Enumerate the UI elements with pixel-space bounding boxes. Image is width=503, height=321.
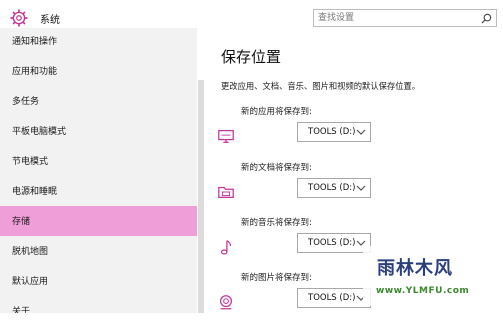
page-description: 更改应用、文档、音乐、图片和视频的默认保存位置。	[221, 81, 421, 91]
search-box[interactable]	[313, 9, 497, 27]
sidebar-item-label: 通知和操作	[12, 37, 58, 47]
dropdown-value: TOOLS (D:)	[308, 293, 356, 303]
sidebar-item-label: 脱机地图	[12, 247, 49, 257]
sidebar-item-power-sleep[interactable]: 电源和睡眠	[0, 176, 197, 206]
sidebar-scrollbar[interactable]	[198, 80, 204, 313]
folder-icon	[218, 186, 234, 199]
sidebar-item-label: 存储	[12, 217, 31, 227]
dropdown-value: TOOLS (D:)	[308, 238, 356, 248]
sidebar-item-tablet-mode[interactable]: 平板电脑模式	[0, 116, 197, 146]
save-location-label: 新的音乐将保存到:	[241, 218, 312, 228]
sidebar-item-label: 节电模式	[12, 157, 49, 167]
music-drive-dropdown[interactable]: TOOLS (D:)	[297, 233, 371, 253]
sidebar-item-apps[interactable]: 应用和功能	[0, 56, 197, 86]
save-location-label: 新的文档将保存到:	[241, 163, 312, 173]
chevron-down-icon	[356, 129, 366, 135]
dropdown-value: TOOLS (D:)	[308, 183, 356, 193]
sidebar-item-label: 平板电脑模式	[12, 127, 67, 137]
sidebar-item-label: 默认应用	[12, 277, 49, 287]
watermark: 雨林木风 www.YLMFU.com	[363, 246, 495, 306]
app-title: 系统	[40, 15, 60, 26]
monitor-icon	[218, 129, 234, 143]
sidebar-item-about[interactable]: 关于	[0, 296, 197, 313]
sidebar-item-label: 电源和睡眠	[12, 187, 58, 197]
save-location-label: 新的图片将保存到:	[241, 273, 312, 283]
dropdown-value: TOOLS (D:)	[308, 127, 356, 137]
sidebar-item-storage[interactable]: 存储	[0, 206, 197, 236]
sidebar-item-offline-maps[interactable]: 脱机地图	[0, 236, 197, 266]
sidebar-item-multitasking[interactable]: 多任务	[0, 86, 197, 116]
music-note-icon	[220, 240, 232, 255]
page-title: 保存位置	[221, 48, 282, 66]
pictures-drive-dropdown[interactable]: TOOLS (D:)	[297, 288, 371, 308]
apps-drive-dropdown[interactable]: TOOLS (D:)	[297, 122, 371, 142]
sidebar-item-battery-saver[interactable]: 节电模式	[0, 146, 197, 176]
sidebar-item-label: 多任务	[12, 97, 40, 107]
save-location-label: 新的应用将保存到:	[241, 107, 312, 117]
sidebar-item-label: 应用和功能	[12, 67, 58, 77]
watermark-url: www.YLMFU.com	[376, 286, 470, 296]
chevron-down-icon	[356, 185, 366, 191]
search-icon[interactable]	[481, 13, 492, 24]
save-location-documents: 新的文档将保存到: TOOLS (D:)	[217, 161, 487, 211]
sidebar-item-notifications[interactable]: 通知和操作	[0, 28, 197, 56]
search-input[interactable]	[318, 11, 468, 25]
sidebar-item-default-apps[interactable]: 默认应用	[0, 266, 197, 296]
sidebar-item-label: 关于	[12, 307, 31, 313]
camera-icon	[219, 295, 233, 310]
watermark-title: 雨林木风	[377, 258, 453, 279]
sidebar: 通知和操作 应用和功能 多任务 平板电脑模式 节电模式 电源和睡眠 存储 脱机地…	[0, 28, 197, 313]
documents-drive-dropdown[interactable]: TOOLS (D:)	[297, 178, 371, 198]
save-location-apps: 新的应用将保存到: TOOLS (D:)	[217, 105, 487, 155]
gear-icon	[10, 9, 28, 27]
